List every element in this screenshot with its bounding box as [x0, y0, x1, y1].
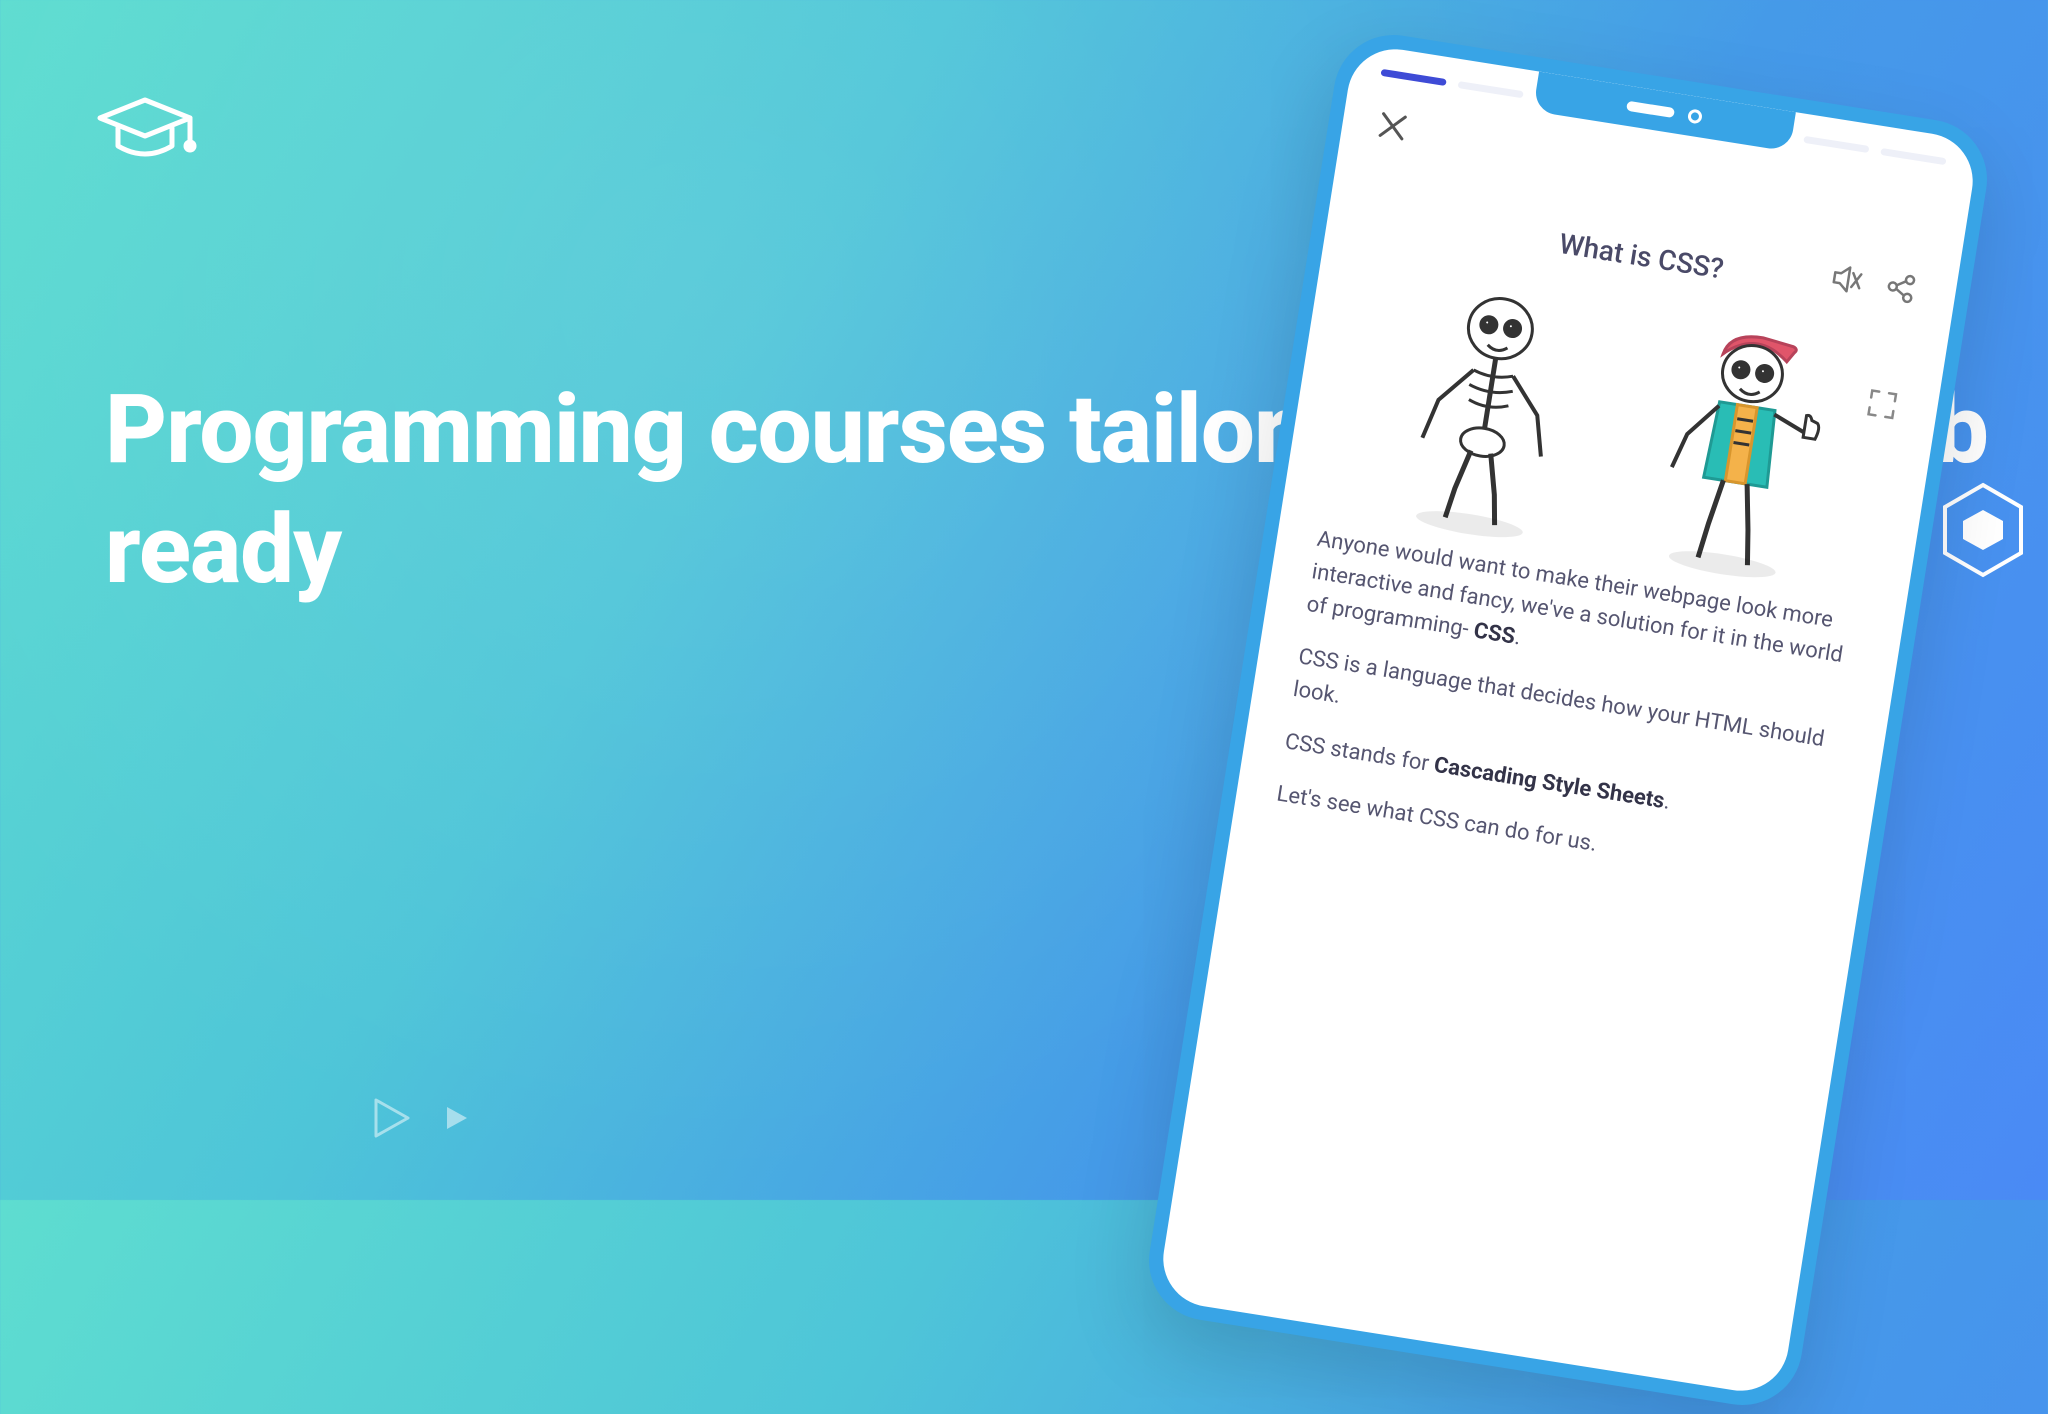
lesson-body: Anyone would want to make their webpage …	[1271, 523, 1865, 917]
hexagon-badge-icon	[1938, 480, 2028, 584]
mute-icon[interactable]	[1827, 260, 1867, 303]
play-icons-decoration	[370, 1096, 470, 1140]
lesson-illustration	[1343, 249, 1889, 586]
graduation-cap-icon	[90, 90, 200, 174]
progress-segment	[1880, 148, 1946, 165]
progress-segment	[1380, 69, 1446, 86]
skeleton-plain-icon	[1380, 275, 1595, 540]
close-icon[interactable]	[1374, 102, 1411, 153]
lesson-progress-bar	[1380, 69, 1946, 165]
share-icon[interactable]	[1883, 271, 1918, 309]
progress-segment	[1803, 136, 1869, 153]
phone-notch	[1533, 71, 1796, 151]
skeleton-styled-icon	[1633, 315, 1848, 580]
progress-segment	[1458, 81, 1524, 98]
